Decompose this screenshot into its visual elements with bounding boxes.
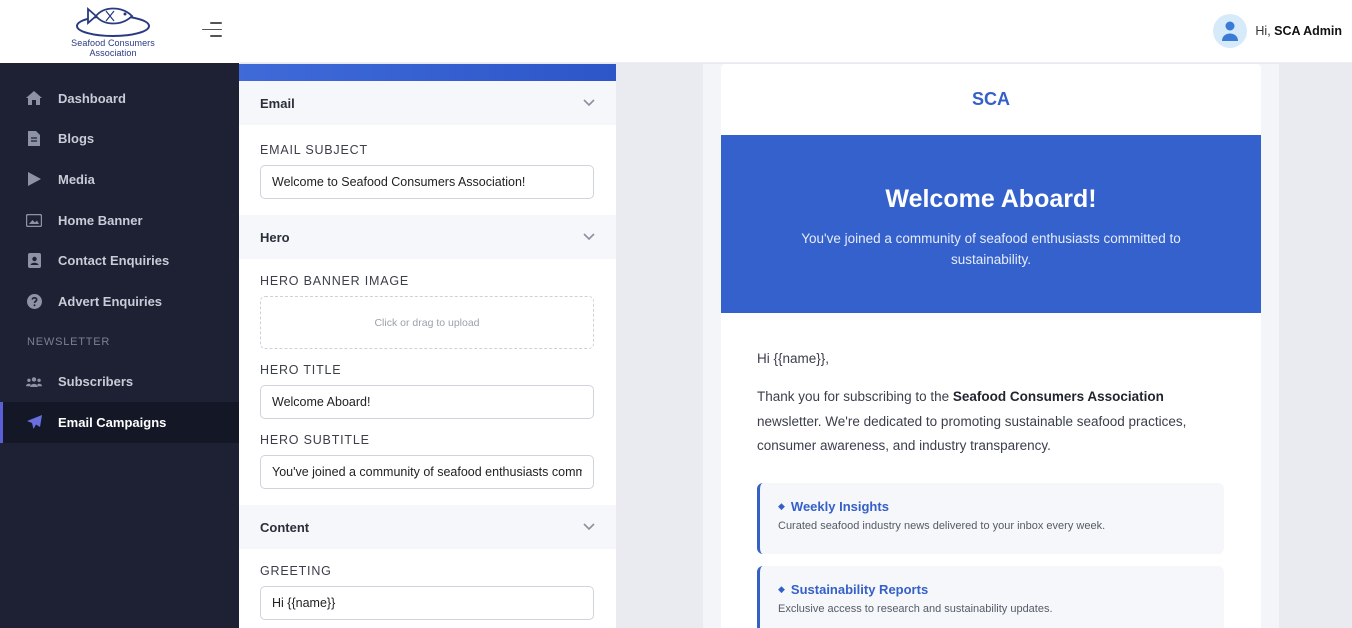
hero-banner-upload[interactable]: Click or drag to upload xyxy=(260,296,594,349)
sidebar-item-dashboard[interactable]: Dashboard xyxy=(0,78,239,119)
sidebar-item-advert-enquiries[interactable]: Advert Enquiries xyxy=(0,281,239,322)
avatar[interactable] xyxy=(1213,14,1248,48)
greeting-label: GREETING xyxy=(260,564,332,578)
chevron-down-icon xyxy=(583,523,595,531)
sidebar-item-email-campaigns[interactable]: Email Campaigns xyxy=(0,402,239,443)
logo-line-1: Seafood Consumers xyxy=(71,38,155,48)
hero-subtitle: You've joined a community of seafood ent… xyxy=(801,231,1181,267)
email-greeting: Hi {{name}}, xyxy=(757,351,830,366)
home-icon xyxy=(26,90,42,106)
greeting-prefix: Hi, xyxy=(1255,24,1271,38)
question-icon xyxy=(26,293,42,309)
intro-org-name: Seafood Consumers Association xyxy=(952,389,1164,404)
logo-line-2: Association xyxy=(89,48,137,58)
document-icon xyxy=(26,131,42,147)
sidebar-item-label: Dashboard xyxy=(58,90,126,106)
accordion-content[interactable]: Content xyxy=(239,505,616,549)
user-name: SCA Admin xyxy=(1274,24,1342,38)
intro-text-end: newsletter. We're dedicated to promoting… xyxy=(757,413,1187,454)
sidebar-item-blogs[interactable]: Blogs xyxy=(0,119,239,160)
email-body: Hi {{name}}, Thank you for subscribing t… xyxy=(721,313,1261,628)
email-hero: Welcome Aboard! You've joined a communit… xyxy=(721,135,1261,313)
sidebar-section-newsletter: NEWSLETTER xyxy=(27,335,111,348)
sidebar-item-label: Advert Enquiries xyxy=(58,293,163,309)
sidebar-item-label: Subscribers xyxy=(58,374,134,390)
feature-title-text: Weekly Insights xyxy=(790,498,889,514)
accordion-email[interactable]: Email xyxy=(239,81,616,125)
email-subject-input[interactable] xyxy=(260,165,594,199)
topbar: Hi, SCA Admin xyxy=(239,0,1352,63)
menu-toggle-icon[interactable] xyxy=(202,22,222,40)
paper-plane-icon xyxy=(26,414,42,430)
accordion-title: Hero xyxy=(260,229,290,245)
sidebar-nav: Dashboard Blogs Media Home Banner Contac… xyxy=(0,78,239,443)
sidebar-item-contact-enquiries[interactable]: Contact Enquiries xyxy=(0,240,239,281)
logo-area: Seafood Consumers Association xyxy=(0,0,239,63)
intro-text-start: Thank you for subscribing to the xyxy=(757,389,953,404)
diamond-icon: ◆ xyxy=(778,583,785,594)
hero-title-input[interactable] xyxy=(260,385,594,419)
hero-banner-label: HERO BANNER IMAGE xyxy=(260,274,410,288)
chevron-down-icon xyxy=(583,233,595,241)
sidebar-item-label: Home Banner xyxy=(58,212,143,228)
sidebar: Seafood Consumers Association Dashboard … xyxy=(0,0,239,628)
logo[interactable]: Seafood Consumers Association xyxy=(62,4,164,60)
contact-card-icon xyxy=(26,253,42,269)
feature-card-desc: Curated seafood industry news delivered … xyxy=(778,519,1106,532)
sidebar-item-media[interactable]: Media xyxy=(0,159,239,200)
email-preview: SCA Welcome Aboard! You've joined a comm… xyxy=(721,64,1261,628)
feature-card-title: ◆ Weekly Insights xyxy=(778,499,1206,514)
accordion-hero[interactable]: Hero xyxy=(239,215,616,259)
feature-title-text: Sustainability Reports xyxy=(790,581,929,597)
accordion-title: Email xyxy=(260,95,295,111)
sidebar-item-label: Blogs xyxy=(58,131,95,147)
sidebar-item-label: Media xyxy=(58,171,95,187)
user-greeting: Hi, SCA Admin xyxy=(1255,24,1342,38)
feature-card: ◆ Weekly Insights Curated seafood industr… xyxy=(757,482,1224,554)
feature-card: ◆ Sustainability Reports Exclusive access… xyxy=(757,565,1224,628)
greeting-input[interactable] xyxy=(260,586,594,620)
email-subject-label: EMAIL SUBJECT xyxy=(260,143,368,157)
image-icon xyxy=(26,212,42,228)
sidebar-item-subscribers[interactable]: Subscribers xyxy=(0,362,239,403)
feature-card-desc: Exclusive access to research and sustain… xyxy=(778,602,1053,615)
email-brand: SCA xyxy=(971,89,1010,109)
diamond-icon: ◆ xyxy=(778,500,785,511)
sidebar-item-label: Contact Enquiries xyxy=(58,253,170,269)
hero-title-label: HERO TITLE xyxy=(260,363,342,377)
email-intro: Thank you for subscribing to the Seafood… xyxy=(757,385,1225,459)
play-icon xyxy=(26,171,42,187)
accordion-title: Content xyxy=(260,519,310,535)
user-icon xyxy=(1222,21,1239,41)
users-icon xyxy=(26,374,42,390)
feature-card-title: ◆ Sustainability Reports xyxy=(778,582,1206,597)
user-menu[interactable]: Hi, SCA Admin xyxy=(1213,14,1342,48)
sidebar-item-home-banner[interactable]: Home Banner xyxy=(0,200,239,241)
campaign-editor: Email EMAIL SUBJECT Hero HERO BANNER IMA… xyxy=(239,64,616,628)
hero-subtitle-input[interactable] xyxy=(260,455,594,489)
chevron-down-icon xyxy=(583,99,595,107)
editor-header-bar xyxy=(239,64,616,81)
hero-title: Welcome Aboard! xyxy=(885,185,1097,213)
fish-logo-icon xyxy=(76,7,150,37)
hero-subtitle-label: HERO SUBTITLE xyxy=(260,433,370,447)
sidebar-item-label: Email Campaigns xyxy=(58,414,167,430)
